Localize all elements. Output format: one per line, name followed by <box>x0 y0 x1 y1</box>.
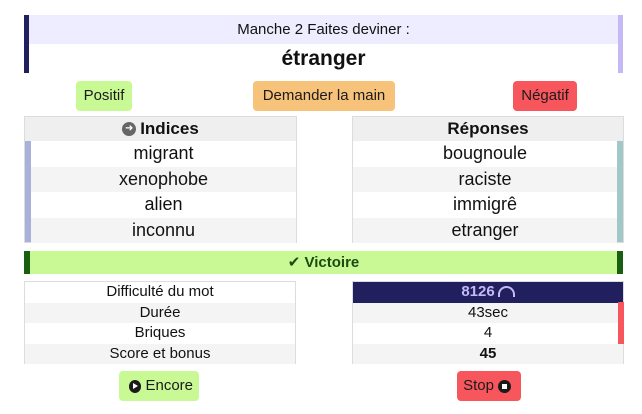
word-to-guess: étranger <box>281 47 366 70</box>
result-banner: ✔ Victoire <box>24 251 623 274</box>
positive-button[interactable]: Positif <box>76 81 132 111</box>
round-header: Manche 2 Faites deviner : étranger <box>24 15 623 73</box>
clues-table: ➜ Indices migrant xenophobe alien inconn… <box>24 116 297 243</box>
result-label: Victoire <box>304 254 360 271</box>
score-value: 45 <box>353 343 623 364</box>
clue-item: xenophobe <box>31 166 296 192</box>
answer-item: raciste <box>353 166 617 192</box>
stat-value: 4 <box>483 324 493 341</box>
answer-item: etranger <box>353 217 617 243</box>
gauge-icon <box>497 285 515 297</box>
stats-labels: Difficulté du mot Durée Briques Score et… <box>24 281 296 364</box>
stat-label: Score et bonus <box>25 343 295 364</box>
stat-label: Briques <box>134 324 186 341</box>
stat-value: 43sec <box>353 302 623 323</box>
encore-label: Encore <box>145 377 193 394</box>
stop-label: Stop <box>463 377 494 394</box>
clues-title: Indices <box>140 119 199 138</box>
round-line: Manche 2 Faites deviner : <box>29 15 618 44</box>
clues-header: ➜ Indices <box>25 117 296 141</box>
answer-item: bougnoule <box>442 143 528 163</box>
clue-item: inconnu <box>31 217 296 243</box>
check-icon: ✔ <box>287 254 301 271</box>
clue-item: migrant <box>133 143 194 163</box>
stop-button[interactable]: Stop <box>457 371 521 401</box>
negative-button[interactable]: Négatif <box>513 81 577 111</box>
answers-table: Réponses bougnoule raciste immigrê etran… <box>352 116 624 243</box>
answers-title: Réponses <box>447 119 529 138</box>
encore-button[interactable]: Encore <box>119 371 199 401</box>
stats-values: 8126 43sec 4 45 <box>352 281 624 364</box>
ask-hand-button[interactable]: Demander la main <box>253 81 395 111</box>
play-icon <box>129 379 142 393</box>
arrow-circle-icon: ➜ <box>122 122 137 136</box>
stop-icon <box>497 379 511 393</box>
answers-header: Réponses <box>353 117 623 141</box>
difficulty-value: 8126 <box>461 283 495 300</box>
difficulty-value-row: 8126 <box>353 282 623 303</box>
answer-item: immigrê <box>452 194 517 214</box>
accent-bar <box>618 302 624 344</box>
stat-label: Durée <box>25 302 295 323</box>
clue-item: alien <box>144 194 183 214</box>
stat-label: Difficulté du mot <box>106 283 214 300</box>
